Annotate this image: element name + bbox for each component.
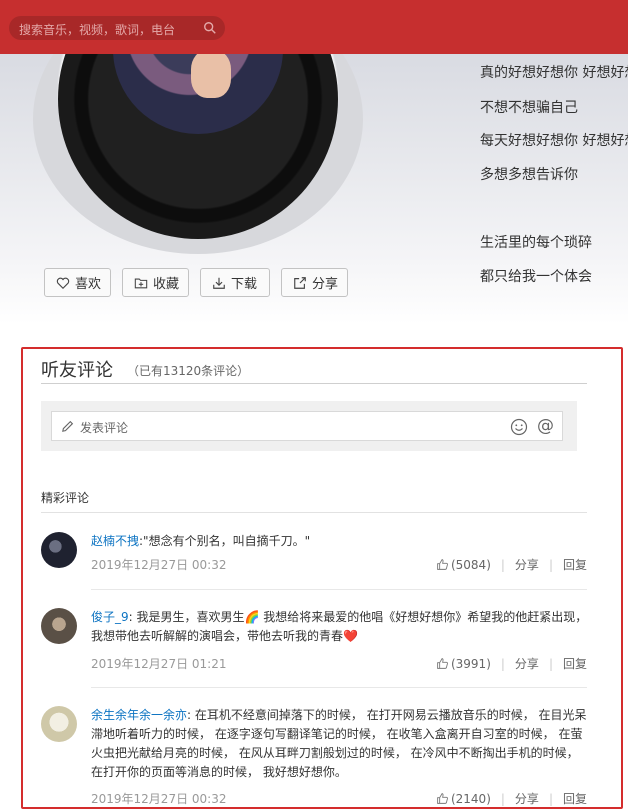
disc-container xyxy=(33,54,363,254)
ops-separator: | xyxy=(548,656,553,671)
comment-reply-link[interactable]: 回复 xyxy=(563,790,587,807)
comments-divider xyxy=(41,383,587,384)
top-bar: 搜索音乐，视频，歌词，电台 xyxy=(0,0,628,54)
search-icon[interactable] xyxy=(203,21,217,35)
comment-like-button[interactable]: (3991) xyxy=(436,657,491,671)
comment-input[interactable]: 发表评论 @ xyxy=(51,411,563,441)
avatar[interactable] xyxy=(41,532,77,568)
comment-like-count: (3991) xyxy=(450,656,491,671)
lyric-line: 不想不想骗自己 xyxy=(480,100,578,116)
comment-text: 赵楠不拽:"想念有个别名，叫自摘千刀。" xyxy=(91,532,591,551)
comment-time: 2019年12月27日 00:32 xyxy=(91,558,227,572)
comment-body: : 我是男生，喜欢男生🌈 我想给将来最爱的他唱《好想好想你》希望我的他赶紧出现，… xyxy=(91,610,588,643)
search-box[interactable]: 搜索音乐，视频，歌词，电台 xyxy=(9,16,225,40)
comment-username[interactable]: 余生余年余一余亦 xyxy=(91,708,187,722)
avatar[interactable] xyxy=(41,706,77,742)
comment-share-link[interactable]: 分享 xyxy=(515,790,539,807)
thumbs-up-icon xyxy=(437,559,448,570)
ops-separator: | xyxy=(500,656,505,671)
lyric-line: 每天好想好想你 好想好想 xyxy=(480,133,628,149)
lyric-line: 真的好想好想你 好想好想 xyxy=(480,65,628,81)
album-cover xyxy=(113,54,283,134)
comment-ops: (5084) | 分享 | 回复 xyxy=(436,556,587,573)
share-label: 分享 xyxy=(312,277,339,292)
ops-separator: | xyxy=(500,791,505,806)
album-cover-hand xyxy=(191,54,231,98)
comment-time: 2019年12月27日 00:32 xyxy=(91,792,227,806)
download-button[interactable]: 下载 xyxy=(200,268,270,297)
comment-divider xyxy=(91,687,587,688)
comment-time: 2019年12月27日 01:21 xyxy=(91,657,227,671)
comment-like-count: (5084) xyxy=(450,557,491,572)
collect-label: 收藏 xyxy=(153,277,180,292)
share-icon xyxy=(294,276,306,289)
comment-ops: (3991) | 分享 | 回复 xyxy=(436,655,587,672)
heart-icon xyxy=(56,277,70,289)
lyric-line: 多想多想告诉你 xyxy=(480,167,578,183)
comment-text: 俊子_9: 我是男生，喜欢男生🌈 我想给将来最爱的他唱《好想好想你》希望我的他赶… xyxy=(91,608,591,646)
download-label: 下载 xyxy=(231,277,258,292)
thumbs-up-icon xyxy=(437,793,448,804)
comment-reply-link[interactable]: 回复 xyxy=(563,655,587,672)
at-icon[interactable]: @ xyxy=(537,416,554,436)
like-button[interactable]: 喜欢 xyxy=(44,268,111,297)
comment-username[interactable]: 俊子_9 xyxy=(91,610,129,624)
share-button[interactable]: 分享 xyxy=(281,268,348,297)
comments-title: 听友评论 xyxy=(41,360,113,381)
comment-like-button[interactable]: (5084) xyxy=(436,558,491,572)
folder-plus-icon xyxy=(134,278,148,288)
lyric-line: 都只给我一个体会 xyxy=(480,269,592,285)
comment-username[interactable]: 赵楠不拽 xyxy=(91,534,139,548)
comment-reply-link[interactable]: 回复 xyxy=(563,556,587,573)
comment-share-link[interactable]: 分享 xyxy=(515,556,539,573)
avatar[interactable] xyxy=(41,608,77,644)
comments-section: 听友评论 （已有13120条评论） 发表评论 @ 精彩评论 赵楠不拽:"想念有个… xyxy=(21,347,623,809)
thumbs-up-icon xyxy=(437,658,448,669)
ops-separator: | xyxy=(500,557,505,572)
like-label: 喜欢 xyxy=(75,277,102,292)
pencil-icon xyxy=(62,420,74,432)
comment-like-count: (2140) xyxy=(450,791,491,806)
lyric-line: 生活里的每个琐碎 xyxy=(480,235,592,251)
comment-input-area: 发表评论 @ xyxy=(41,401,577,451)
player-area: 真的好想好想你 好想好想 不想不想骗自己 每天好想好想你 好想好想 多想多想告诉… xyxy=(0,54,628,324)
comment-placeholder: 发表评论 xyxy=(80,421,129,435)
comment-like-button[interactable]: (2140) xyxy=(436,792,491,806)
hot-comments-divider xyxy=(41,512,587,513)
ops-separator: | xyxy=(548,557,553,572)
search-input[interactable]: 搜索音乐，视频，歌词，电台 xyxy=(19,21,175,38)
hot-comments-title: 精彩评论 xyxy=(41,491,90,505)
comment-share-link[interactable]: 分享 xyxy=(515,655,539,672)
comment-body: :"想念有个别名，叫自摘千刀。" xyxy=(139,534,311,548)
emoji-icon[interactable] xyxy=(510,418,528,436)
comments-count: （已有13120条评论） xyxy=(127,364,250,378)
ops-separator: | xyxy=(548,791,553,806)
comment-divider xyxy=(91,589,587,590)
comment-ops: (2140) | 分享 | 回复 xyxy=(436,790,587,807)
download-icon xyxy=(213,277,225,289)
comment-text: 余生余年余一余亦: 在耳机不经意间掉落下的时候， 在打开网易云播放音乐的时候， … xyxy=(91,706,591,782)
collect-button[interactable]: 收藏 xyxy=(122,268,189,297)
